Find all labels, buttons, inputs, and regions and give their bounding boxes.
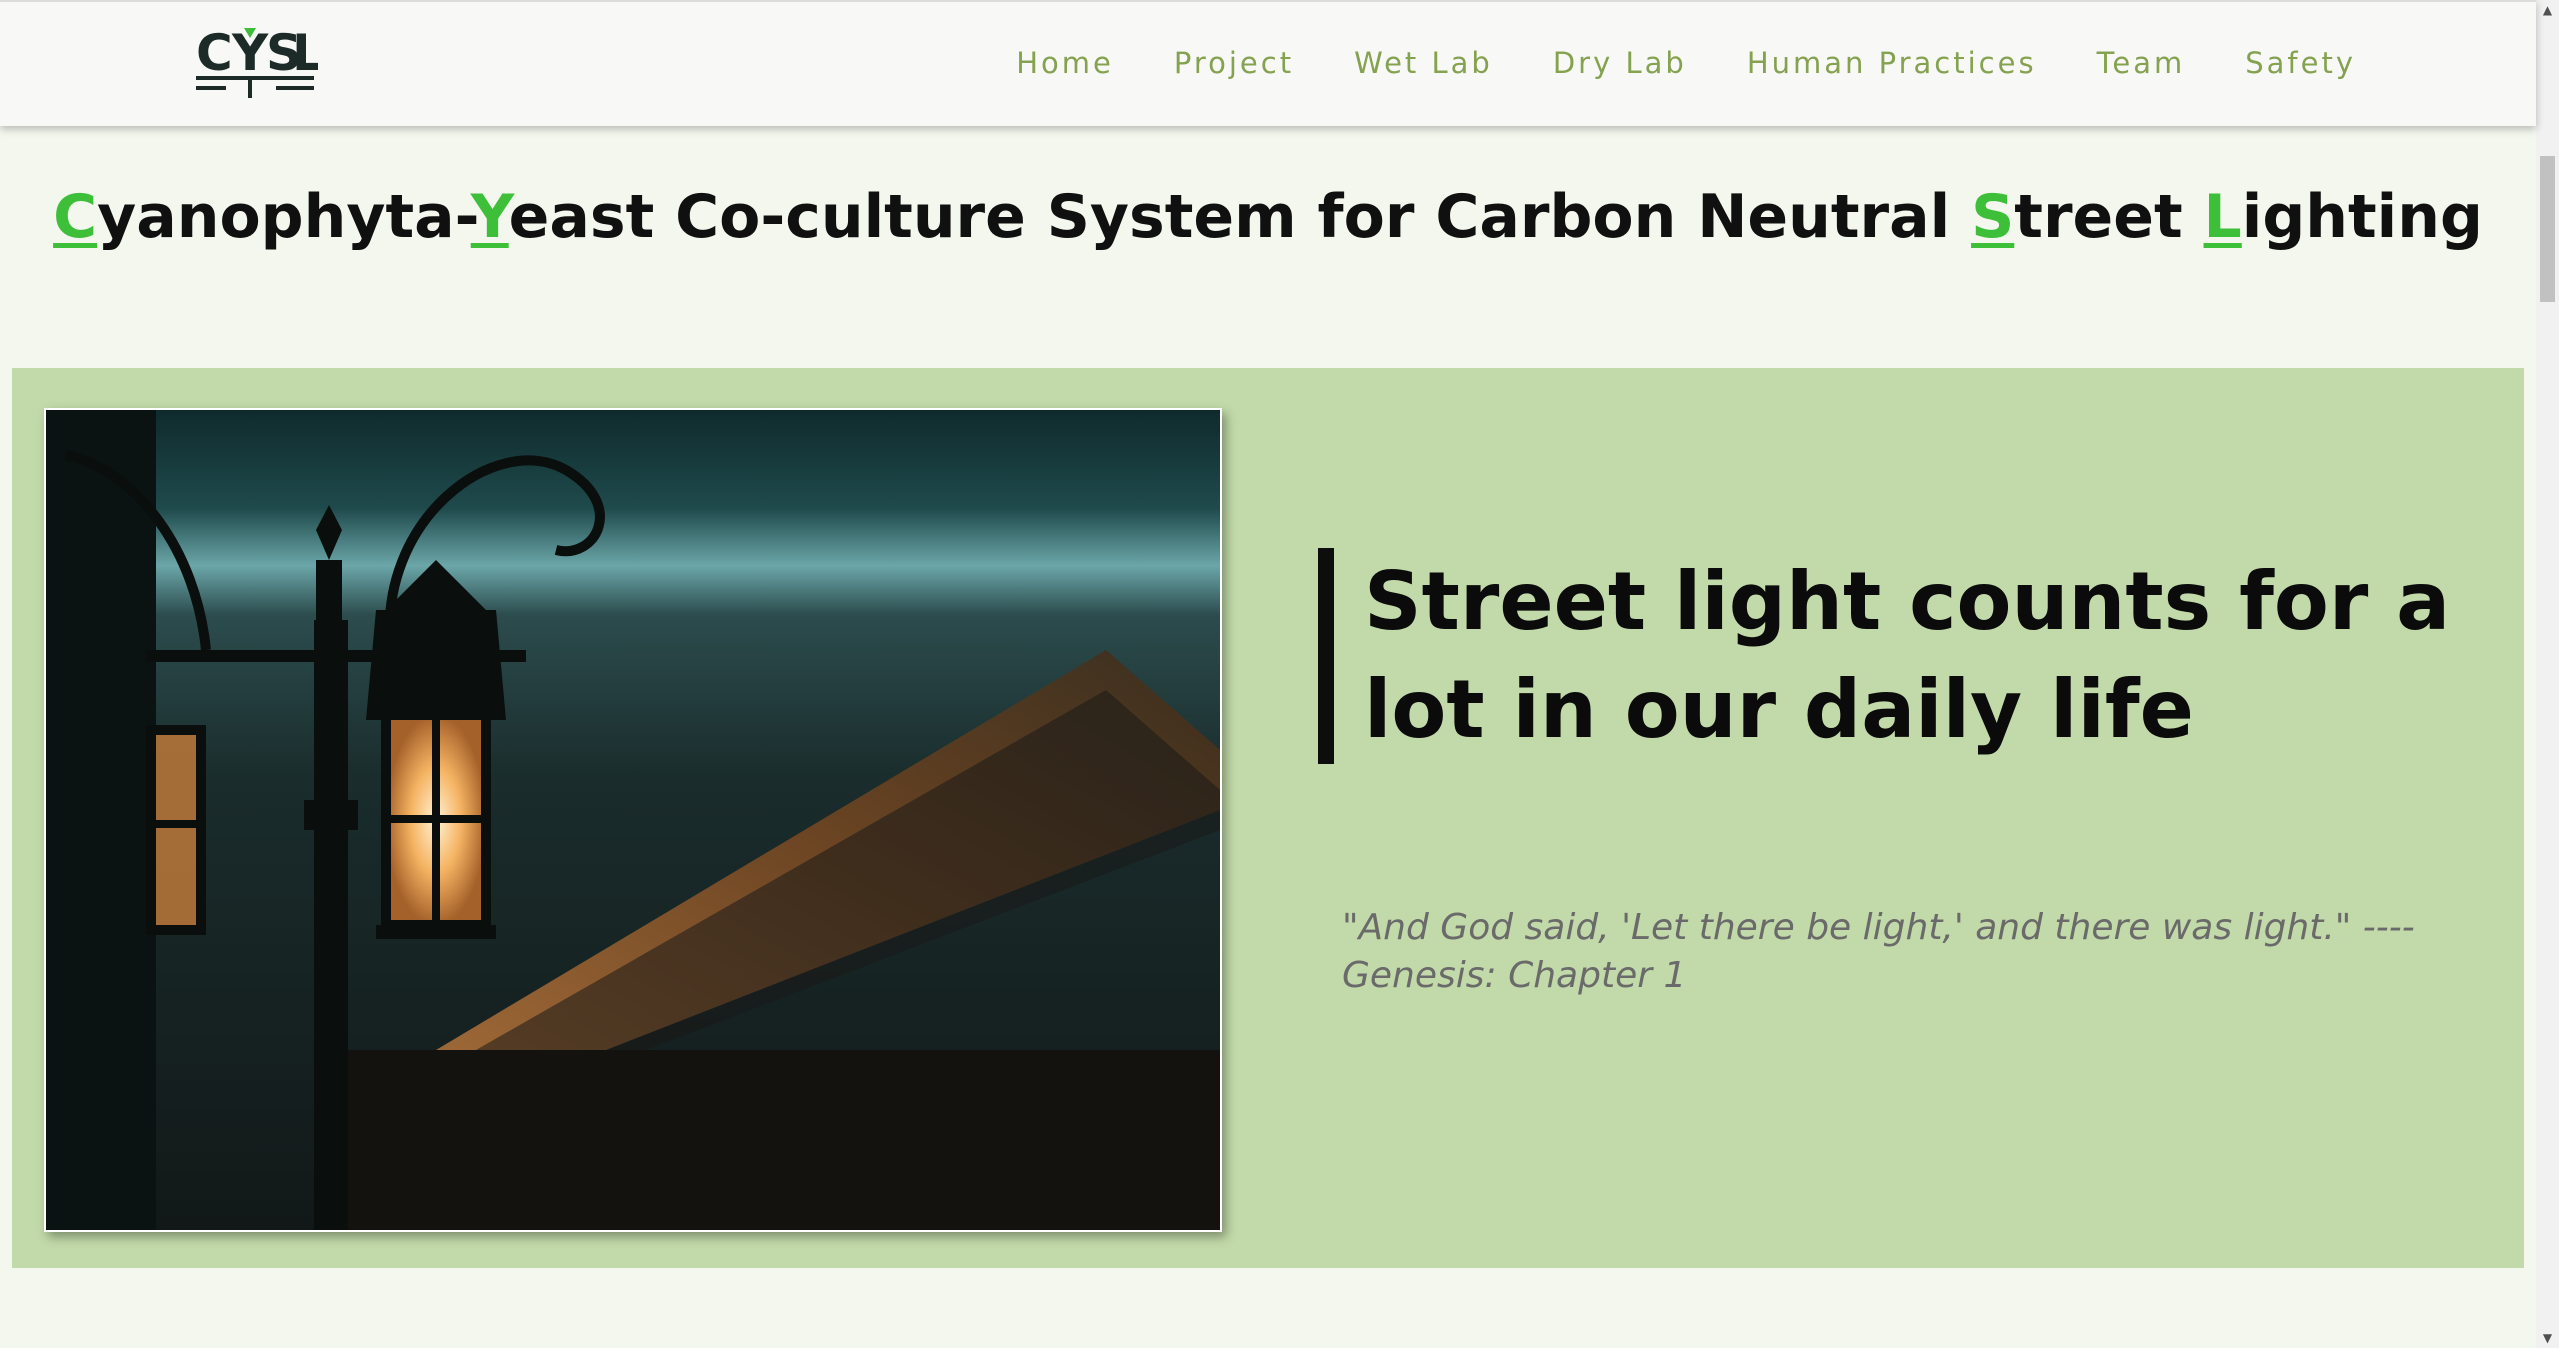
main-nav: Home Project Wet Lab Dry Lab Human Pract… <box>956 46 2356 80</box>
hero-section: Street light counts for a lot in our dai… <box>12 368 2524 1268</box>
page-title-row: Cyanophyta-Yeast Co-culture System for C… <box>0 182 2536 252</box>
scrollbar-thumb[interactable] <box>2540 156 2555 302</box>
nav-project[interactable]: Project <box>1174 46 1294 80</box>
title-segment: east Co-culture System for Carbon Neutra… <box>508 182 1972 252</box>
cysl-logo[interactable]: C Y S L <box>196 24 324 102</box>
svg-text:L: L <box>292 24 318 82</box>
title-letter-l: L <box>2203 182 2242 252</box>
hero-quote: "And God said, 'Let there be light,' and… <box>1342 907 2415 996</box>
title-letter-c: C <box>53 182 98 252</box>
svg-text:C: C <box>196 24 233 82</box>
vertical-scrollbar[interactable]: ▲ ▼ <box>2536 0 2559 1348</box>
title-segment: treet <box>2014 182 2204 252</box>
title-letter-y: Y <box>470 182 509 252</box>
nav-dry-lab[interactable]: Dry Lab <box>1553 46 1687 80</box>
title-letter-s: S <box>1971 182 2015 252</box>
nav-team[interactable]: Team <box>2097 46 2186 80</box>
scroll-down-arrow-icon[interactable]: ▼ <box>2536 1328 2559 1348</box>
nav-safety[interactable]: Safety <box>2245 46 2356 80</box>
nav-wet-lab[interactable]: Wet Lab <box>1354 46 1493 80</box>
scroll-up-arrow-icon[interactable]: ▲ <box>2536 0 2559 20</box>
title-segment: yanophyta- <box>97 182 471 252</box>
hero-headline: Street light counts for a lot in our dai… <box>1364 555 2451 756</box>
nav-human-practices[interactable]: Human Practices <box>1747 46 2037 80</box>
nav-home[interactable]: Home <box>1016 46 1114 80</box>
street-lamp-photo <box>44 408 1222 1232</box>
headline-block: Street light counts for a lot in our dai… <box>1318 548 2514 764</box>
top-navbar: C Y S L Home Project Wet Lab Dry Lab Hum… <box>0 0 2536 126</box>
page-title: Cyanophyta-Yeast Co-culture System for C… <box>0 182 2536 252</box>
title-segment: ighting <box>2241 182 2483 252</box>
